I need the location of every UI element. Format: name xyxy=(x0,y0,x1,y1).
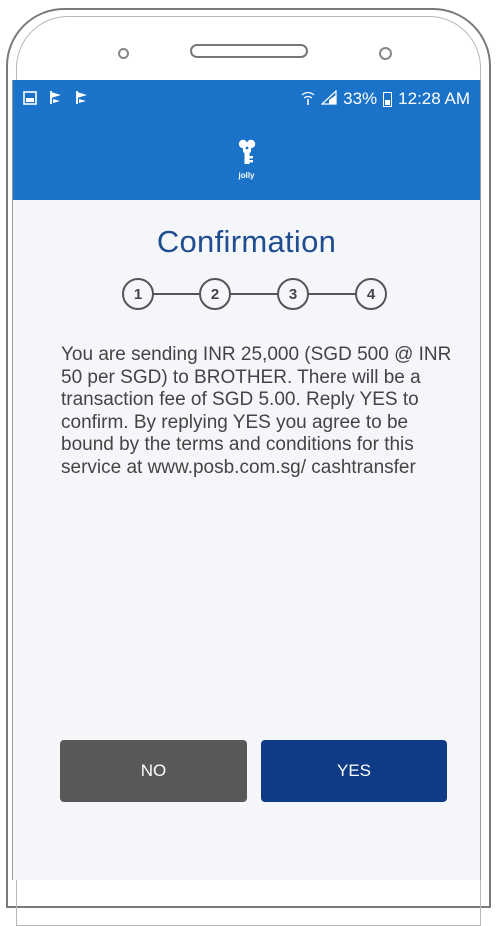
earpiece-speaker xyxy=(190,44,308,58)
app-bar: jolly xyxy=(13,118,480,200)
flag-icon xyxy=(75,90,89,108)
confirmation-message: You are sending INR 25,000 (SGD 500 @ IN… xyxy=(61,344,452,478)
no-button[interactable]: NO xyxy=(60,740,247,802)
step-1: 1 xyxy=(122,278,154,310)
notification-icons xyxy=(23,90,89,108)
page-title: Confirmation xyxy=(156,224,337,259)
step-4: 4 xyxy=(355,278,387,310)
flag-icon xyxy=(49,90,63,108)
proximity-sensor xyxy=(379,47,392,60)
image-icon xyxy=(23,90,37,108)
step-connector xyxy=(135,293,375,295)
signal-icon xyxy=(320,89,337,108)
front-camera xyxy=(118,48,129,59)
status-bar: 33% 12:28 AM xyxy=(13,80,480,118)
step-2: 2 xyxy=(199,278,231,310)
battery-icon xyxy=(383,91,393,107)
status-indicators: 33% 12:28 AM xyxy=(301,89,470,109)
battery-percent: 33% xyxy=(343,89,378,108)
wifi-icon xyxy=(301,90,315,109)
logo-wordmark: jolly xyxy=(238,170,255,180)
jolly-logo-icon xyxy=(236,139,258,170)
yes-button[interactable]: YES xyxy=(261,740,447,802)
step-3: 3 xyxy=(277,278,309,310)
status-time: 12:28 AM xyxy=(398,89,470,108)
step-indicator: 1 2 3 4 xyxy=(13,274,480,314)
phone-screen: 33% 12:28 AM jolly Confirmation 1 2 3 4 … xyxy=(12,80,481,880)
